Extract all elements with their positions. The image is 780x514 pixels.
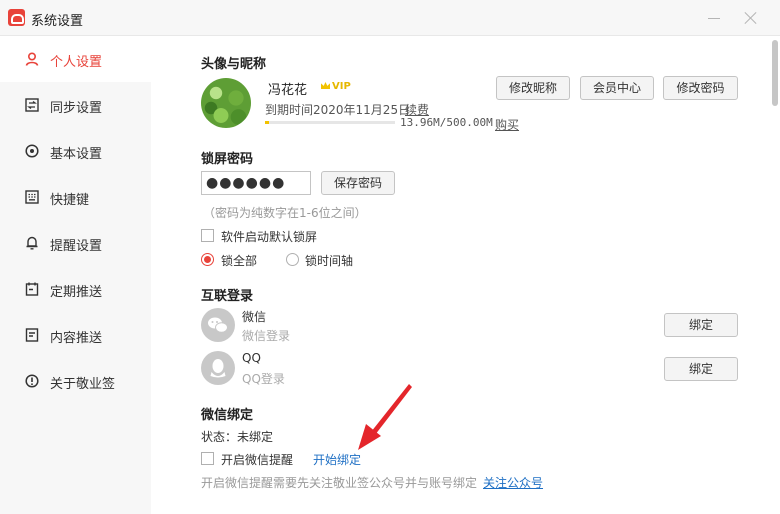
auto-lock-label: 软件启动默认锁屏 (221, 230, 318, 244)
sidebar-item-shortcuts[interactable]: 快捷键 (0, 174, 151, 220)
wechat-name: 微信 (242, 310, 267, 324)
profile-section-title: 头像与昵称 (201, 57, 267, 72)
document-icon (25, 328, 39, 342)
bell-icon (26, 236, 38, 250)
minimize-icon[interactable] (706, 10, 722, 26)
qq-icon (201, 351, 235, 385)
storage-progress-bar (265, 121, 395, 124)
username: 冯花花 (268, 83, 308, 98)
sidebar-item-label: 内容推送 (50, 331, 103, 346)
sidebar-item-basic[interactable]: 基本设置 (0, 128, 151, 174)
sidebar-item-about[interactable]: 关于敬业签 (0, 358, 151, 404)
calendar-icon (25, 282, 39, 296)
save-password-button[interactable]: 保存密码 (321, 171, 395, 195)
sidebar-item-label: 个人设置 (50, 55, 103, 70)
sidebar-item-sync[interactable]: 同步设置 (0, 82, 151, 128)
sidebar: 个人设置 同步设置 基本设置 快捷键 提醒设置 定期推送 内容推送 关于敬业签 (0, 36, 151, 514)
keyboard-icon (25, 190, 39, 204)
vip-badge: VIP (321, 81, 351, 92)
scrollbar-track[interactable] (769, 36, 780, 514)
change-password-button[interactable]: 修改密码 (663, 76, 738, 100)
wechat-glyph (208, 317, 228, 333)
sidebar-item-label: 同步设置 (50, 101, 103, 116)
sidebar-item-label: 关于敬业签 (50, 377, 116, 392)
lock-all-label: 锁全部 (221, 254, 258, 268)
lock-section-title: 锁屏密码 (201, 152, 254, 167)
sidebar-item-personal[interactable]: 个人设置 (0, 36, 151, 82)
gear-icon (25, 144, 39, 158)
wechat-icon (201, 308, 235, 342)
expire-date: 到期时间2020年11月25日 (265, 103, 411, 117)
settings-panel: 头像与昵称 冯花花 VIP 到期时间2020年11月25日 续费 13.96M/… (151, 36, 780, 514)
avatar[interactable] (201, 78, 251, 128)
info-icon (25, 374, 39, 388)
storage-progress-fill (265, 121, 269, 124)
lock-timeline-label: 锁时间轴 (305, 254, 354, 268)
window-title: 系统设置 (31, 14, 84, 29)
bind-wechat-button[interactable]: 绑定 (664, 313, 738, 337)
lock-timeline-radio[interactable] (286, 253, 299, 266)
sidebar-item-label: 提醒设置 (50, 239, 103, 254)
user-icon (25, 52, 39, 66)
bind-qq-button[interactable]: 绑定 (664, 357, 738, 381)
auto-lock-checkbox[interactable] (201, 229, 214, 242)
lock-all-radio[interactable] (201, 253, 214, 266)
sidebar-item-label: 快捷键 (50, 193, 90, 208)
qq-login-label: QQ登录 (242, 372, 285, 386)
bind-note: 开启微信提醒需要先关注敬业签公众号并与账号绑定 (201, 476, 478, 490)
sync-icon (25, 98, 39, 112)
wechat-reminder-checkbox[interactable] (201, 452, 214, 465)
social-login-section-title: 互联登录 (201, 289, 254, 304)
follow-account-link[interactable]: 关注公众号 (483, 474, 543, 491)
vip-label: VIP (332, 81, 351, 92)
password-hint: （密码为纯数字在1-6位之间） (203, 206, 367, 220)
lock-password-field[interactable]: ●●●●●● (201, 171, 311, 195)
sidebar-item-scheduled-push[interactable]: 定期推送 (0, 266, 151, 312)
close-icon[interactable] (742, 9, 760, 27)
sidebar-item-content-push[interactable]: 内容推送 (0, 312, 151, 358)
storage-usage: 13.96M/500.00M (400, 116, 493, 129)
start-bind-link[interactable]: 开始绑定 (313, 451, 361, 468)
wechat-reminder-label: 开启微信提醒 (221, 453, 294, 467)
buy-storage-link[interactable]: 购买 (495, 116, 519, 133)
wechat-login-label: 微信登录 (242, 329, 291, 343)
qq-name: QQ (242, 351, 261, 365)
sidebar-item-reminder[interactable]: 提醒设置 (0, 220, 151, 266)
qq-glyph (210, 359, 226, 378)
sidebar-item-label: 基本设置 (50, 147, 103, 162)
edit-nickname-button[interactable]: 修改昵称 (496, 76, 570, 100)
title-bar: 系统设置 (0, 0, 780, 36)
bind-status: 状态：未绑定 (201, 430, 274, 444)
sidebar-item-label: 定期推送 (50, 285, 103, 300)
crown-icon (321, 82, 330, 89)
scrollbar-thumb[interactable] (772, 40, 778, 106)
cloud-logo-icon (8, 9, 25, 26)
member-center-button[interactable]: 会员中心 (580, 76, 654, 100)
wechat-bind-section-title: 微信绑定 (201, 408, 254, 423)
